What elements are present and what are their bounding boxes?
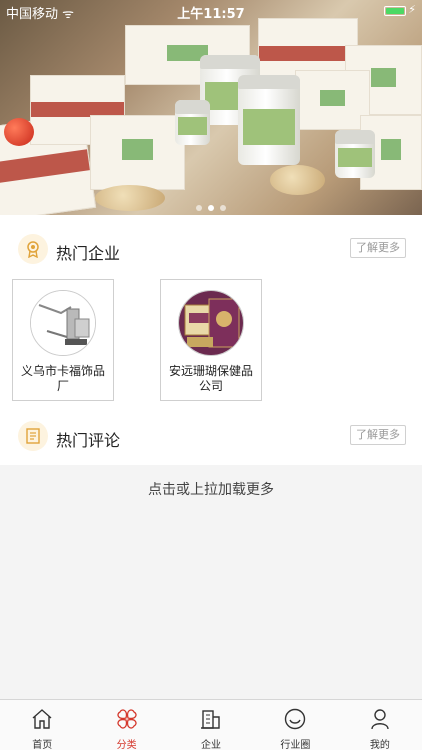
tab-home[interactable]: 首页	[0, 700, 84, 750]
tab-label: 企业	[201, 740, 222, 750]
tab-bar: 首页 分类 企业 行业圈 我的	[0, 699, 422, 750]
more-button[interactable]: 了解更多	[350, 238, 406, 258]
carousel-dot	[220, 205, 226, 211]
hot-reviews-header: 热门评论 了解更多	[0, 417, 422, 457]
tab-category[interactable]: 分类	[84, 700, 168, 750]
company-logo	[30, 290, 96, 356]
status-bar: 中国移动 ᯤ 上午11:57 ⚡	[0, 0, 422, 22]
product-jar	[335, 130, 375, 178]
company-card[interactable]: 义乌市卡福饰品厂	[12, 279, 114, 401]
tab-mine[interactable]: 我的	[338, 700, 422, 750]
tab-industry-circle[interactable]: 行业圈	[253, 700, 337, 750]
tomato-decoration	[4, 118, 34, 146]
company-card[interactable]: 安远珊瑚保健品公司	[160, 279, 262, 401]
tab-label: 我的	[369, 740, 390, 750]
banner-carousel[interactable]	[0, 0, 422, 215]
carousel-dot	[196, 205, 202, 211]
hot-companies-header: 热门企业 了解更多	[0, 230, 422, 270]
document-icon	[18, 421, 48, 451]
company-logo	[178, 290, 244, 356]
section-title: 热门企业	[56, 244, 121, 263]
more-button[interactable]: 了解更多	[350, 425, 406, 445]
battery-icon	[384, 6, 406, 16]
section-title: 热门评论	[56, 431, 121, 450]
tab-label: 行业圈	[280, 740, 311, 750]
tab-label: 分类	[116, 740, 137, 750]
user-icon	[371, 709, 389, 730]
product-jar	[238, 75, 300, 165]
tab-label: 首页	[32, 740, 53, 750]
medal-icon	[18, 234, 48, 264]
carousel-dots	[0, 196, 422, 215]
tab-company[interactable]: 企业	[169, 700, 253, 750]
beans-decoration	[270, 165, 325, 195]
carousel-dot-active	[208, 205, 214, 211]
category-icon	[116, 709, 137, 729]
charging-icon: ⚡	[408, 3, 416, 16]
status-time: 上午11:57	[177, 7, 245, 22]
company-name: 安远珊瑚保健品公司	[168, 364, 253, 393]
building-icon	[201, 710, 220, 729]
product-box	[90, 115, 185, 190]
product-jar	[175, 100, 210, 145]
load-more-button[interactable]: 点击或上拉加载更多	[0, 479, 422, 499]
home-icon	[32, 709, 52, 729]
circle-icon	[285, 708, 306, 730]
product-box	[295, 70, 370, 130]
company-name: 义乌市卡福饰品厂	[20, 364, 105, 393]
